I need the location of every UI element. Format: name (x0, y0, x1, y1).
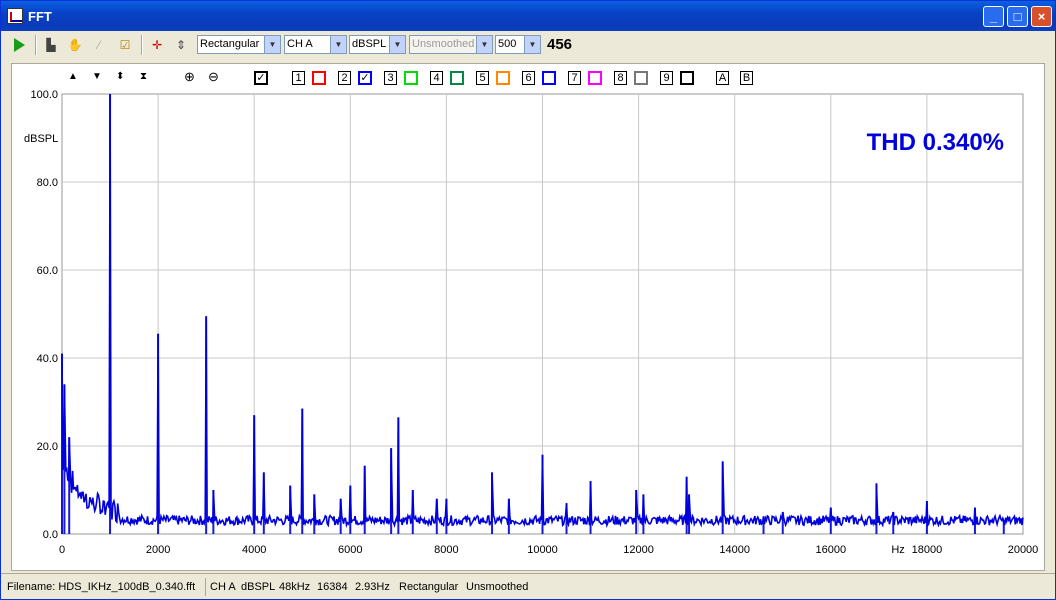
marker-b-button[interactable]: B (740, 71, 753, 85)
trace-number-6: 6 (522, 71, 535, 85)
y-tick-label: 20.0 (37, 441, 58, 453)
trace-up-button[interactable]: ▲ (68, 71, 78, 82)
trace-checkbox-4[interactable] (450, 71, 464, 85)
trace-checkbox-3[interactable] (404, 71, 418, 85)
units-value: dBSPL (352, 38, 387, 50)
status-window: Rectangular (399, 581, 459, 593)
trace-checkbox-7[interactable] (588, 71, 602, 85)
chevron-down-icon[interactable]: ▼ (476, 36, 492, 53)
thd-annotation: THD 0.340% (867, 129, 1004, 156)
channel-value: CH A (287, 38, 313, 50)
play-button[interactable] (10, 35, 30, 55)
trace-number-4: 4 (430, 71, 443, 85)
trace-bar: ▲ ▼ ⬍ ⧗ ⊕ ⊖ ✓ 1 2 ✓ 3 4 5 6 7 8 9 A B (12, 64, 1044, 90)
y-tick-label: 80.0 (37, 177, 58, 189)
hand-tool-icon[interactable]: ✋ (65, 35, 85, 55)
status-bar: Filename: HDS_IKHz_100dB_0.340.fft CH A … (1, 573, 1055, 599)
trace-checkbox-1[interactable] (312, 71, 326, 85)
status-filename: Filename: HDS_IKHz_100dB_0.340.fft (7, 581, 196, 593)
y-axis-label: dBSPL (24, 133, 58, 145)
chevron-down-icon[interactable]: ▼ (264, 36, 280, 53)
window-function-select[interactable]: Rectangular ▼ (197, 35, 281, 54)
x-tick-label: 10000 (527, 544, 558, 556)
average-count: 456 (547, 36, 573, 53)
cursor-cross-icon[interactable]: ✛ (147, 35, 167, 55)
units-select[interactable]: dBSPL ▼ (349, 35, 406, 54)
trace-number-9: 9 (660, 71, 673, 85)
averages-value: 500 (498, 38, 517, 50)
marker-a-button[interactable]: A (716, 71, 729, 85)
status-units: dBSPL (241, 581, 276, 593)
x-tick-label: 12000 (623, 544, 654, 556)
chevron-down-icon[interactable]: ▼ (330, 36, 346, 53)
x-tick-label: 4000 (242, 544, 266, 556)
status-fft-size: 16384 (317, 581, 348, 593)
maximize-button[interactable]: □ (1007, 6, 1028, 27)
toolbar-separator (141, 35, 143, 55)
x-tick-label: 6000 (338, 544, 362, 556)
trace-number-7: 7 (568, 71, 581, 85)
trace-number-3: 3 (384, 71, 397, 85)
y-tick-label: 0.0 (43, 529, 58, 541)
y-tick-label: 100.0 (30, 89, 58, 101)
chevron-down-icon[interactable]: ▼ (389, 36, 405, 53)
main-trace-checkbox[interactable]: ✓ (254, 71, 268, 85)
trace-number-5: 5 (476, 71, 489, 85)
trace-number-8: 8 (614, 71, 627, 85)
zoom-in-icon[interactable]: ⊕ (184, 69, 195, 85)
trace-expand-button[interactable]: ⬍ (116, 71, 124, 82)
checklist-icon[interactable]: ☑ (115, 35, 135, 55)
trace-number-2: 2 (338, 71, 351, 85)
trace-checkbox-8[interactable] (634, 71, 648, 85)
minimize-button[interactable]: _ (983, 6, 1004, 27)
trace-number-1: 1 (292, 71, 305, 85)
status-smoothing: Unsmoothed (466, 581, 529, 593)
x-tick-label: 14000 (719, 544, 750, 556)
chevron-down-icon[interactable]: ▼ (524, 36, 540, 53)
toolbar-separator (35, 35, 37, 55)
trace-checkbox-9[interactable] (680, 71, 694, 85)
close-button[interactable]: × (1031, 6, 1052, 27)
window-function-value: Rectangular (200, 38, 260, 50)
x-tick-label: 8000 (434, 544, 458, 556)
x-tick-label: 0 (59, 544, 65, 556)
status-resolution: 2.93Hz (355, 581, 390, 593)
smoothing-value: Unsmoothed (412, 38, 475, 50)
ab-compare-icon[interactable]: ⁄ (89, 35, 109, 55)
averages-select[interactable]: 500 ▼ (495, 35, 541, 54)
x-tick-label: 16000 (816, 544, 847, 556)
trace-checkbox-2[interactable]: ✓ (358, 71, 372, 85)
app-icon (7, 8, 23, 24)
x-tick-label: 2000 (146, 544, 170, 556)
channel-select[interactable]: CH A ▼ (284, 35, 347, 54)
x-tick-label: 20000 (1008, 544, 1039, 556)
x-axis-unit-label: Hz (891, 544, 904, 556)
y-tick-label: 40.0 (37, 353, 58, 365)
y-tick-label: 60.0 (37, 265, 58, 277)
trace-compress-button[interactable]: ⧗ (140, 71, 147, 82)
cursor-level-icon[interactable]: ⇕ (171, 35, 191, 55)
toolbar: ▙ ✋ ⁄ ☑ ✛ ⇕ Rectangular ▼ CH A ▼ dBSPL ▼… (1, 31, 1055, 59)
title-bar[interactable]: FFT _ □ × (1, 1, 1055, 31)
window-title: FFT (28, 9, 52, 24)
spectrum-panel: 100.0 80.0 60.0 40.0 20.0 0.0 0 2000 4000 6000 800… (11, 63, 1045, 571)
status-rate: 48kHz (279, 581, 311, 593)
zoom-out-icon[interactable]: ⊖ (208, 69, 219, 85)
fft-window: FFT _ □ × ▙ ✋ ⁄ ☑ ✛ ⇕ Rectangular ▼ CH A… (0, 0, 1056, 600)
spectrum-chart[interactable]: 100.0 80.0 60.0 40.0 20.0 0.00 2000 4000 6000 800… (12, 64, 1044, 570)
trace-down-button[interactable]: ▼ (92, 71, 102, 82)
smoothing-select[interactable]: Unsmoothed ▼ (409, 35, 493, 54)
x-tick-label: 18000 (912, 544, 943, 556)
trace-checkbox-6[interactable] (542, 71, 556, 85)
spectrum-view-icon[interactable]: ▙ (41, 35, 61, 55)
trace-checkbox-5[interactable] (496, 71, 510, 85)
